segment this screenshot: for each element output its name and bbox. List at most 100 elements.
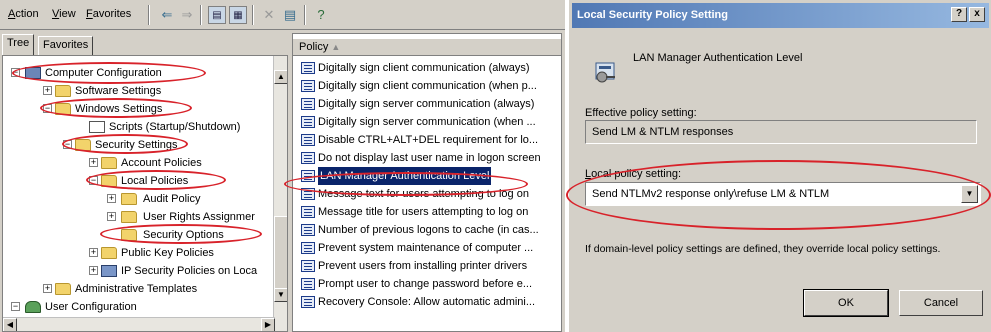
tree-label: User Configuration — [45, 301, 137, 313]
close-button[interactable]: x — [969, 7, 985, 22]
tree-label: Account Policies — [121, 157, 202, 169]
folder-icon — [55, 283, 71, 295]
policy-row[interactable]: Recovery Console: Allow automatic admini… — [293, 293, 561, 311]
policy-icon — [301, 206, 315, 218]
tree-label: Security Options — [143, 229, 224, 241]
policy-label: Digitally sign client communication (alw… — [318, 62, 530, 74]
policy-label: Disable CTRL+ALT+DEL requirement for lo.… — [318, 134, 539, 146]
local-setting-value: Send NTLMv2 response only\refuse LM & NT… — [592, 188, 830, 200]
collapse-icon[interactable]: − — [11, 68, 20, 77]
expand-icon[interactable]: + — [107, 212, 116, 221]
policy-row[interactable]: Digitally sign server communication (whe… — [293, 113, 561, 131]
policy-row[interactable]: Disable CTRL+ALT+DEL requirement for lo.… — [293, 131, 561, 149]
policy-row[interactable]: Digitally sign client communication (alw… — [293, 59, 561, 77]
ip-security-icon — [101, 265, 117, 277]
menu-action[interactable]: Action — [8, 8, 39, 20]
tree-label: IP Security Policies on Loca — [121, 265, 258, 277]
dialog-title: Local Security Policy Setting — [577, 9, 728, 21]
tree-hscrollbar[interactable]: ◀ ▶ — [3, 317, 275, 331]
policy-label: Digitally sign client communication (whe… — [318, 80, 537, 92]
sort-ascending-icon: ▲ — [331, 42, 341, 52]
collapse-icon[interactable]: − — [43, 104, 52, 113]
scroll-right-icon[interactable]: ▶ — [261, 318, 275, 331]
scroll-down-icon[interactable]: ▼ — [274, 288, 287, 302]
folder-icon — [55, 103, 71, 115]
back-arrow-icon[interactable]: ⇐ — [158, 6, 176, 24]
policy-label: Message title for users attempting to lo… — [318, 206, 529, 218]
security-policy-icon — [595, 62, 615, 83]
cancel-button[interactable]: Cancel — [899, 290, 983, 316]
policy-label: LAN Manager Authentication Level — [318, 167, 492, 185]
policy-row-selected[interactable]: LAN Manager Authentication Level — [293, 167, 561, 185]
tree-label: Audit Policy — [143, 193, 201, 205]
expand-icon[interactable]: + — [89, 248, 98, 257]
local-setting-dropdown[interactable]: Send NTLMv2 response only\refuse LM & NT… — [585, 182, 981, 206]
policy-row[interactable]: Prevent system maintenance of computer .… — [293, 239, 561, 257]
policy-row[interactable]: Number of previous logons to cache (in c… — [293, 221, 561, 239]
policy-row[interactable]: Message text for users attempting to log… — [293, 185, 561, 203]
tab-tree[interactable]: Tree — [2, 34, 35, 55]
collapse-icon[interactable]: − — [89, 176, 98, 185]
policy-row[interactable]: Digitally sign server communication (alw… — [293, 95, 561, 113]
local-setting-label: Local policy setting: — [585, 168, 682, 180]
effective-setting-field: Send LM & NTLM responses — [585, 120, 977, 144]
policy-icon — [301, 98, 315, 110]
policy-label: Number of previous logons to cache (in c… — [318, 224, 539, 236]
computer-icon — [25, 67, 41, 79]
collapse-icon[interactable]: − — [63, 140, 72, 149]
scroll-thumb[interactable] — [274, 216, 287, 294]
scroll-up-icon[interactable]: ▲ — [274, 70, 287, 84]
tree-scrollbar[interactable]: ▲ ▼ — [273, 56, 287, 331]
expand-icon[interactable]: + — [43, 86, 52, 95]
export-list-icon[interactable]: ▤ — [281, 6, 299, 24]
help-button[interactable]: ? — [951, 7, 967, 22]
expand-icon[interactable]: + — [107, 194, 116, 203]
scroll-left-icon[interactable]: ◀ — [3, 318, 17, 331]
policy-icon — [301, 260, 315, 272]
expand-icon[interactable]: + — [43, 284, 52, 293]
script-icon — [89, 121, 105, 133]
collapse-icon[interactable]: − — [11, 302, 20, 311]
effective-setting-label: Effective policy setting: — [585, 107, 697, 119]
dialog-titlebar[interactable]: Local Security Policy Setting ? x — [572, 3, 989, 28]
policy-icon — [301, 278, 315, 290]
tree-label: Computer Configuration — [45, 67, 162, 79]
expand-icon[interactable]: + — [89, 266, 98, 275]
menu-view[interactable]: View — [52, 8, 76, 20]
domain-override-note: If domain-level policy settings are defi… — [585, 243, 941, 255]
policy-icon — [301, 170, 315, 182]
chevron-down-icon[interactable]: ▼ — [961, 185, 978, 203]
security-folder-icon — [121, 229, 137, 241]
security-folder-icon — [101, 157, 117, 169]
ok-button[interactable]: OK — [803, 289, 889, 317]
policy-icon — [301, 134, 315, 146]
policy-icon — [301, 242, 315, 254]
policy-label: Prompt user to change password before e.… — [318, 278, 533, 290]
policy-row[interactable]: Prompt user to change password before e.… — [293, 275, 561, 293]
expand-icon[interactable]: + — [89, 158, 98, 167]
tree-tabs: Tree Favorites — [0, 33, 290, 55]
mmc-console: Action View Favorites ⇐ ⇒ ▤ ▦ ✕ ▤ ? Tree… — [0, 0, 565, 332]
policy-row[interactable]: Prevent users from installing printer dr… — [293, 257, 561, 275]
folder-icon — [101, 247, 117, 259]
tree-label: Windows Settings — [75, 103, 163, 115]
policy-row[interactable]: Do not display last user name in logon s… — [293, 149, 561, 167]
delete-icon[interactable]: ✕ — [260, 6, 278, 24]
security-folder-icon — [121, 193, 137, 205]
tab-favorites[interactable]: Favorites — [38, 36, 94, 55]
policy-icon — [301, 152, 315, 164]
policy-row[interactable]: Message title for users attempting to lo… — [293, 203, 561, 221]
security-folder-icon — [121, 211, 137, 223]
policy-row[interactable]: Digitally sign client communication (whe… — [293, 77, 561, 95]
menu-favorites[interactable]: Favorites — [86, 8, 131, 20]
policy-label: Recovery Console: Allow automatic admini… — [318, 296, 536, 308]
security-folder-icon — [101, 175, 117, 187]
help-icon[interactable]: ? — [312, 6, 330, 24]
forward-arrow-icon[interactable]: ⇒ — [178, 6, 196, 24]
up-folder-icon[interactable]: ▤ — [208, 6, 226, 24]
show-tree-icon[interactable]: ▦ — [229, 6, 247, 24]
security-folder-icon — [75, 139, 91, 151]
policy-label: Do not display last user name in logon s… — [318, 152, 541, 164]
policy-icon — [301, 80, 315, 92]
column-header-policy[interactable]: Policy ▲ — [293, 38, 561, 56]
